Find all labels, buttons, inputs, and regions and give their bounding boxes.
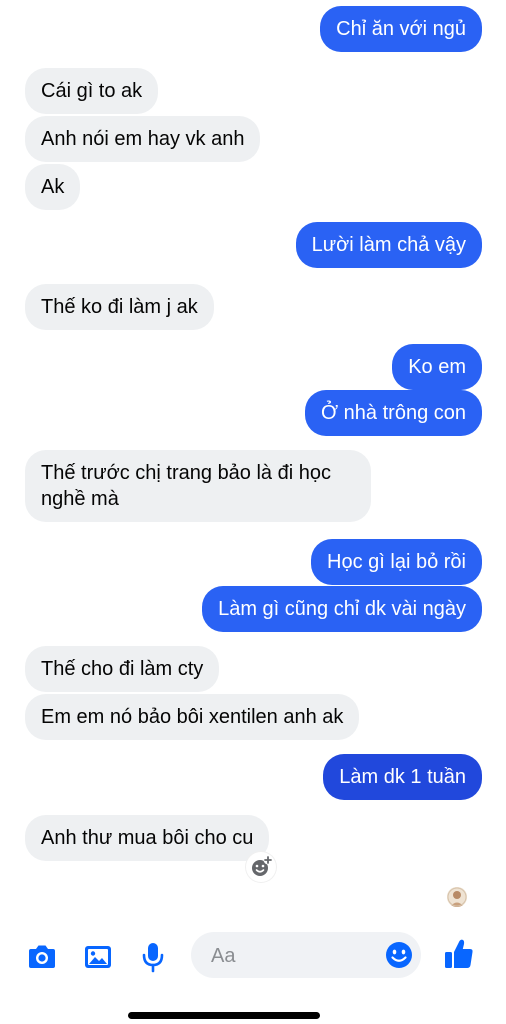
message-composer bbox=[0, 928, 506, 984]
message-bubble-outgoing[interactable]: Làm gì cũng chỉ dk vài ngày bbox=[202, 586, 482, 632]
message-text: Cái gì to ak bbox=[41, 80, 143, 102]
message-text: Ak bbox=[41, 176, 65, 198]
message-text: Chỉ ăn với ngủ bbox=[336, 18, 466, 40]
message-text: Làm gì cũng chỉ dk vài ngày bbox=[218, 598, 466, 620]
message-bubble-outgoing[interactable]: Lười làm chả vậy bbox=[295, 222, 482, 268]
message-bubble-outgoing[interactable]: Ko em bbox=[392, 344, 482, 390]
message-bubble-outgoing[interactable]: Làm dk 1 tuần bbox=[323, 754, 482, 800]
message-bubble-outgoing[interactable]: Chỉ ăn với ngủ bbox=[320, 6, 482, 52]
message-bubble-incoming[interactable]: Anh thư mua bôi cho cu bbox=[25, 815, 270, 861]
message-text: Ở nhà trông con bbox=[320, 402, 466, 424]
message-text: Anh thư mua bôi cho cu bbox=[41, 827, 254, 849]
message-text: Học gì lại bỏ rồi bbox=[327, 551, 466, 573]
gallery-button[interactable] bbox=[81, 940, 115, 974]
message-text: Lười làm chả vậy bbox=[311, 234, 466, 256]
message-text: Thế trước chị trang bảo là đi học nghề m… bbox=[41, 462, 331, 510]
message-text: Thế cho đi làm cty bbox=[41, 658, 204, 680]
message-bubble-incoming[interactable]: Thế ko đi làm j ak bbox=[25, 284, 214, 330]
thumbs-up-icon bbox=[445, 939, 473, 968]
camera-button[interactable] bbox=[25, 940, 59, 974]
like-button[interactable] bbox=[441, 936, 475, 970]
camera-icon bbox=[29, 945, 55, 968]
message-bubble-incoming[interactable]: Anh nói em hay vk anh bbox=[25, 116, 261, 162]
message-bubble-incoming[interactable]: Em em nó bảo bôi xentilen anh ak bbox=[25, 694, 360, 740]
message-thread: Chỉ ăn với ngủ Cái gì to ak Anh nói em h… bbox=[0, 0, 506, 920]
message-bubble-incoming[interactable]: Cái gì to ak bbox=[25, 68, 159, 114]
add-reaction-icon bbox=[252, 855, 273, 876]
message-bubble-incoming[interactable]: Thế cho đi làm cty bbox=[25, 646, 220, 692]
add-reaction-button[interactable] bbox=[246, 852, 276, 882]
message-input[interactable] bbox=[209, 941, 373, 971]
message-input-container[interactable] bbox=[191, 932, 421, 978]
message-text: Làm dk 1 tuần bbox=[339, 766, 466, 788]
image-icon bbox=[85, 946, 111, 968]
seen-avatar bbox=[447, 887, 467, 907]
message-text: Ko em bbox=[408, 356, 466, 378]
message-bubble-outgoing[interactable]: Ở nhà trông con bbox=[304, 390, 482, 436]
message-text: Em em nó bảo bôi xentilen anh ak bbox=[41, 706, 344, 728]
message-text: Anh nói em hay vk anh bbox=[41, 128, 245, 150]
emoji-button[interactable] bbox=[384, 940, 414, 970]
microphone-button[interactable] bbox=[136, 940, 170, 974]
message-text: Thế ko đi làm j ak bbox=[41, 296, 198, 318]
home-indicator bbox=[128, 1012, 320, 1019]
emoji-icon bbox=[386, 942, 412, 968]
microphone-icon bbox=[142, 943, 164, 973]
message-bubble-incoming[interactable]: Thế trước chị trang bảo là đi học nghề m… bbox=[25, 450, 371, 522]
message-bubble-outgoing[interactable]: Học gì lại bỏ rồi bbox=[311, 539, 482, 585]
message-bubble-incoming[interactable]: Ak bbox=[25, 164, 81, 210]
